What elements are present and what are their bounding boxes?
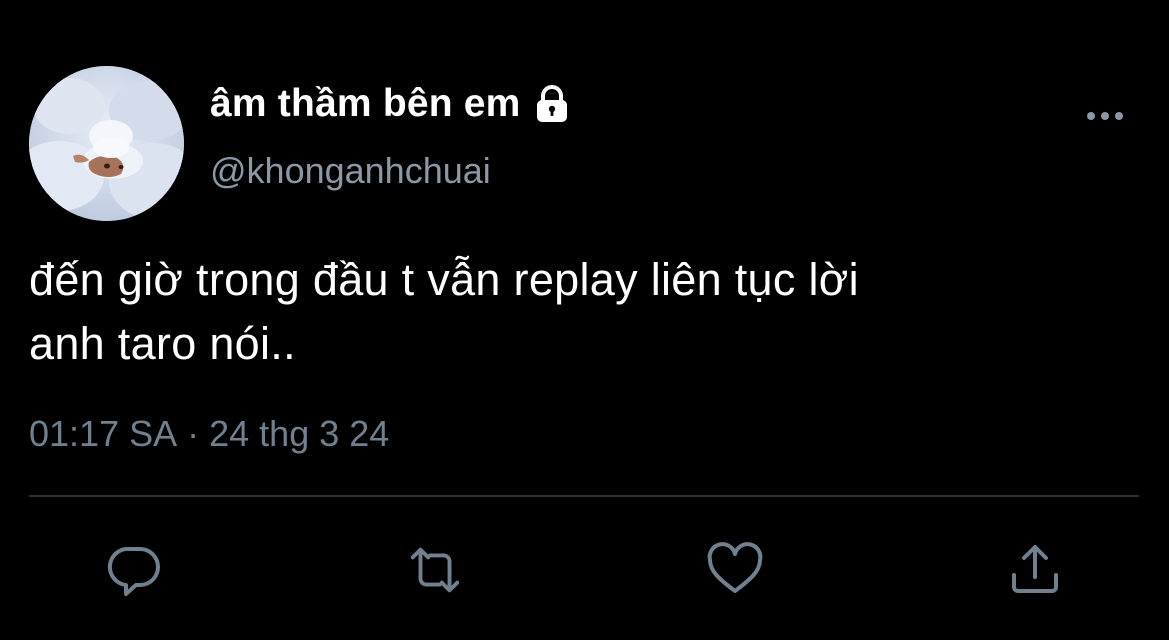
author-name-row: âm thầm bên em <box>210 78 573 130</box>
tweet-text: đến giờ trong đầu t vẫn replay liên tục … <box>29 248 1129 376</box>
like-button[interactable] <box>705 540 765 600</box>
reply-icon <box>107 546 160 596</box>
avatar-image <box>29 66 184 221</box>
retweet-icon <box>410 547 460 593</box>
display-name[interactable]: âm thầm bên em <box>210 82 521 126</box>
share-icon <box>1012 545 1058 593</box>
more-icon[interactable] <box>1082 104 1128 128</box>
tweet-time[interactable]: 01:17 SA <box>29 413 177 454</box>
divider <box>29 495 1139 497</box>
retweet-button[interactable] <box>405 540 465 600</box>
reply-button[interactable] <box>105 540 165 600</box>
tweet-text-line: đến giờ trong đầu t vẫn replay liên tục … <box>29 254 859 305</box>
action-bar <box>0 540 1169 600</box>
avatar[interactable] <box>29 66 184 221</box>
meta-separator: · <box>187 413 200 454</box>
tweet-meta: 01:17 SA · 24 thg 3 24 <box>29 413 389 455</box>
tweet-text-line: anh taro nói.. <box>29 318 296 369</box>
lock-icon <box>531 83 573 125</box>
share-button[interactable] <box>1005 540 1065 600</box>
author-handle[interactable]: @khonganhchuai <box>210 150 491 192</box>
tweet: âm thầm bên em @khonganhchuai đến giờ tr… <box>0 0 1169 640</box>
tweet-date[interactable]: 24 thg 3 24 <box>209 413 389 454</box>
like-icon <box>707 542 763 593</box>
